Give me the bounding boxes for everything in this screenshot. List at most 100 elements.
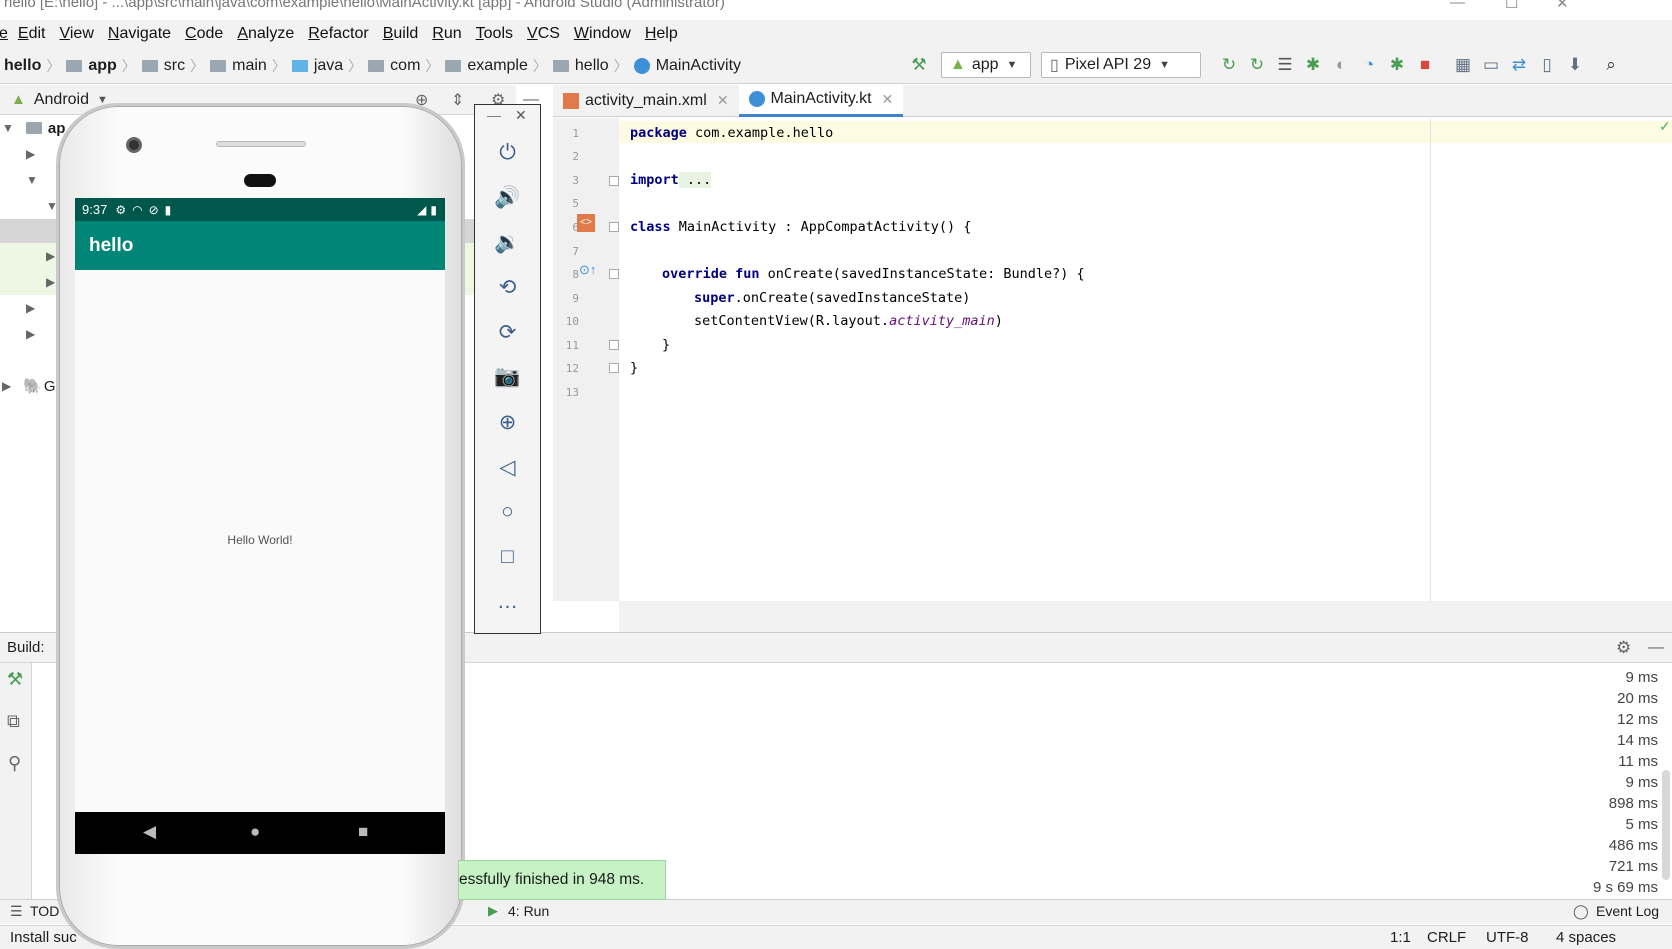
close-icon[interactable]: ✕: [1556, 0, 1569, 12]
home-icon[interactable]: ○: [475, 500, 540, 524]
search-icon[interactable]: ⌕: [1597, 55, 1625, 75]
code-line-12: }: [630, 360, 639, 376]
menu-build[interactable]: Build: [383, 25, 419, 43]
menu-help[interactable]: Help: [645, 25, 678, 43]
debug-icon[interactable]: ✱: [1299, 55, 1327, 75]
tab-activity-main-xml[interactable]: activity_main.xml ✕: [553, 85, 739, 117]
gear-icon[interactable]: ⚙: [1616, 638, 1631, 658]
breadcrumb-app[interactable]: app: [88, 57, 116, 75]
gradle-icon: 🐘: [23, 378, 42, 395]
attach-process-icon[interactable]: ✱: [1383, 55, 1411, 75]
indent-setting[interactable]: 4 spaces: [1556, 929, 1616, 946]
code-line-8: override fun onCreate(savedInstanceState…: [662, 266, 1085, 282]
terminal-icon[interactable]: ▭: [1477, 55, 1505, 75]
power-icon[interactable]: ⏻: [475, 141, 540, 165]
fold-icon[interactable]: [609, 363, 619, 373]
stop-icon[interactable]: ■: [1411, 55, 1439, 75]
event-log-tab[interactable]: Event Log: [1596, 903, 1659, 919]
toggle-view-icon[interactable]: ⧉: [7, 711, 20, 732]
menu-edit[interactable]: Edit: [18, 25, 46, 43]
caret-position[interactable]: 1:1: [1390, 929, 1411, 946]
overview-icon[interactable]: ■: [358, 822, 368, 842]
back-icon[interactable]: ◀: [143, 822, 156, 842]
tab-mainactivity-kt[interactable]: MainActivity.kt ✕: [738, 84, 904, 117]
breadcrumb-hello-pkg[interactable]: hello: [575, 57, 609, 75]
overview-icon[interactable]: □: [475, 545, 540, 569]
maximize-icon[interactable]: ☐: [1505, 0, 1518, 12]
fold-icon[interactable]: [609, 222, 619, 232]
menu-analyze[interactable]: Analyze: [237, 25, 294, 43]
code-line-9: super.onCreate(savedInstanceState): [694, 290, 971, 306]
hide-icon[interactable]: —: [1648, 639, 1664, 657]
apply-changes-icon[interactable]: ↻: [1215, 55, 1243, 75]
status-message[interactable]: Install suc: [10, 929, 77, 946]
breadcrumb-com[interactable]: com: [390, 57, 420, 75]
fold-icon[interactable]: [609, 176, 619, 186]
breadcrumb-hello[interactable]: hello: [4, 57, 41, 75]
chevron-right-icon: ▶: [26, 301, 36, 315]
breadcrumb-mainactivity[interactable]: MainActivity: [656, 57, 741, 75]
breadcrumb-example[interactable]: example: [467, 57, 527, 75]
close-icon[interactable]: ✕: [515, 107, 527, 124]
rotate-left-icon[interactable]: ⟲: [475, 275, 540, 300]
menu-view[interactable]: View: [59, 25, 93, 43]
menu-run[interactable]: Run: [432, 25, 461, 43]
more-icon[interactable]: …: [475, 590, 540, 614]
menu-vcs[interactable]: VCS: [527, 25, 560, 43]
sdk-manager-icon[interactable]: ⬇: [1561, 55, 1589, 75]
apply-code-changes-icon[interactable]: ↻: [1243, 55, 1271, 75]
attach-debugger-icon[interactable]: ◐: [1327, 55, 1355, 75]
todo-tab[interactable]: TOD: [30, 903, 59, 919]
pin-icon[interactable]: ⚲: [8, 753, 21, 774]
project-view-label[interactable]: Android: [34, 91, 89, 109]
breadcrumb-src[interactable]: src: [164, 57, 185, 75]
fold-icon[interactable]: [609, 340, 619, 350]
menu-window[interactable]: Window: [574, 25, 631, 43]
volume-up-icon[interactable]: 🔊: [475, 186, 540, 210]
hello-world-text: Hello World!: [227, 533, 293, 547]
close-icon[interactable]: ✕: [882, 91, 894, 108]
collapse-icon[interactable]: ⇕: [451, 90, 464, 110]
volume-down-icon[interactable]: 🔉: [475, 231, 540, 255]
build-sidebar: ⚒ ⧉ ⚲: [0, 663, 32, 899]
device-select[interactable]: ▯ Pixel API 29 ▼: [1041, 52, 1201, 78]
rotate-right-icon[interactable]: ⟳: [475, 320, 540, 345]
file-encoding[interactable]: UTF-8: [1486, 929, 1529, 946]
minimize-icon[interactable]: —: [487, 107, 501, 123]
run-list-icon[interactable]: ☰: [1271, 55, 1299, 75]
build-scrollbar[interactable]: [1662, 770, 1670, 880]
minimize-icon[interactable]: —: [1450, 0, 1465, 11]
toast-message: essfully finished in 948 ms.: [459, 871, 645, 888]
menu-file[interactable]: e: [0, 25, 8, 43]
emulator-screen[interactable]: [75, 198, 445, 854]
run-config-select[interactable]: ▲ app ▼: [941, 52, 1031, 78]
menu-code[interactable]: Code: [185, 25, 223, 43]
breadcrumb-main[interactable]: main: [232, 57, 267, 75]
menu-tools[interactable]: Tools: [476, 25, 513, 43]
fold-icon[interactable]: [609, 269, 619, 279]
home-icon[interactable]: ●: [250, 822, 260, 842]
layout-file-icon[interactable]: <>: [577, 214, 595, 232]
close-icon[interactable]: ✕: [717, 92, 729, 109]
line-number: 9: [572, 292, 579, 305]
breadcrumb-java[interactable]: java: [314, 57, 343, 75]
make-project-icon[interactable]: ⚒: [905, 55, 933, 75]
sync-icon[interactable]: ⇄: [1505, 55, 1533, 75]
build-toast[interactable]: essfully finished in 948 ms.: [458, 860, 666, 900]
avd-manager-icon[interactable]: ▯: [1533, 55, 1561, 75]
zoom-icon[interactable]: ⊕: [475, 410, 540, 435]
hammer-icon[interactable]: ⚒: [7, 669, 23, 690]
line-separator[interactable]: CRLF: [1427, 929, 1466, 946]
run-tab[interactable]: 4: Run: [508, 903, 549, 919]
editor-bottom-strip: [619, 601, 1672, 632]
back-icon[interactable]: ◁: [475, 455, 540, 480]
build-timing: 12 ms: [1617, 711, 1658, 728]
profile-icon[interactable]: ◔: [1355, 55, 1383, 75]
menu-refactor[interactable]: Refactor: [308, 25, 368, 43]
project-structure-icon[interactable]: ▦: [1449, 55, 1477, 75]
menu-navigate[interactable]: Navigate: [108, 25, 171, 43]
override-icon[interactable]: ⊙↑: [579, 262, 596, 278]
code-editor[interactable]: [619, 118, 1672, 601]
emulator-toolbar: — ✕ ⏻ 🔊 🔉 ⟲ ⟳ 📷 ⊕ ◁ ○ □ …: [474, 104, 541, 634]
camera-icon[interactable]: 📷: [475, 365, 540, 389]
